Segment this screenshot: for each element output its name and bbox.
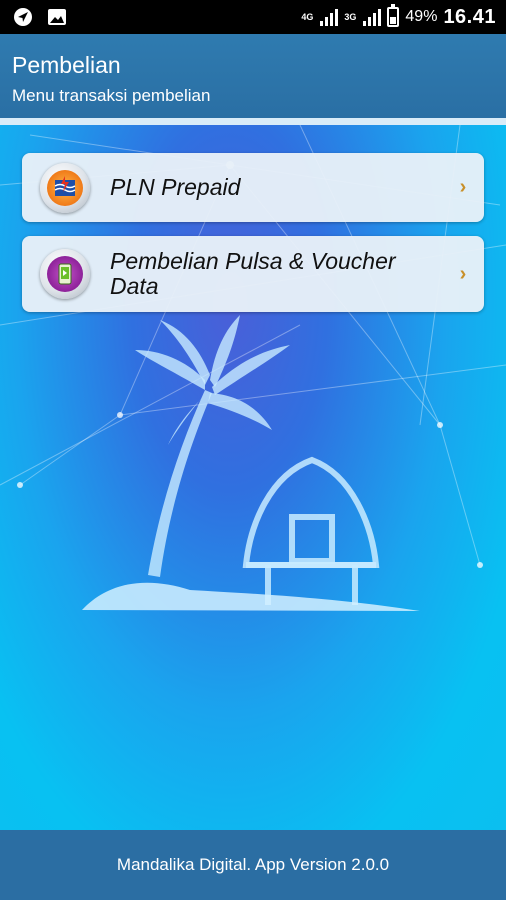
header-divider xyxy=(0,118,506,125)
menu-item-label: Pembelian Pulsa & Voucher Data xyxy=(110,248,396,299)
network-type-1: 4G xyxy=(301,12,314,22)
signal-icon xyxy=(320,8,339,26)
app-header: Pembelian Menu transaksi pembelian xyxy=(0,34,506,118)
phone-voucher-icon xyxy=(40,249,90,299)
menu-item-label: PLN Prepaid xyxy=(110,174,241,200)
chevron-right-icon: › xyxy=(459,176,467,198)
status-bar: 4G 3G 49% 16.41 xyxy=(0,0,506,34)
page-title: Pembelian xyxy=(12,52,121,78)
battery-icon xyxy=(387,4,400,27)
navigation-icon xyxy=(12,6,34,28)
clock: 16.41 xyxy=(443,5,496,28)
menu-item-pulsa-voucher[interactable]: Pembelian Pulsa & Voucher Data › xyxy=(22,236,484,312)
menu-item-pln-prepaid[interactable]: PLN Prepaid › xyxy=(22,153,484,222)
image-icon xyxy=(46,6,68,28)
signal-icon-2 xyxy=(363,8,382,26)
background-illustration xyxy=(0,125,506,830)
app-version-text: Mandalika Digital. App Version 2.0.0 xyxy=(116,855,390,874)
chevron-right-icon: › xyxy=(459,262,467,285)
page-subtitle: Menu transaksi pembelian xyxy=(12,86,211,105)
network-type-2: 3G xyxy=(344,12,357,22)
battery-percent: 49% xyxy=(405,8,438,25)
app-footer: Mandalika Digital. App Version 2.0.0 xyxy=(0,830,506,900)
pln-logo-icon xyxy=(40,162,90,213)
